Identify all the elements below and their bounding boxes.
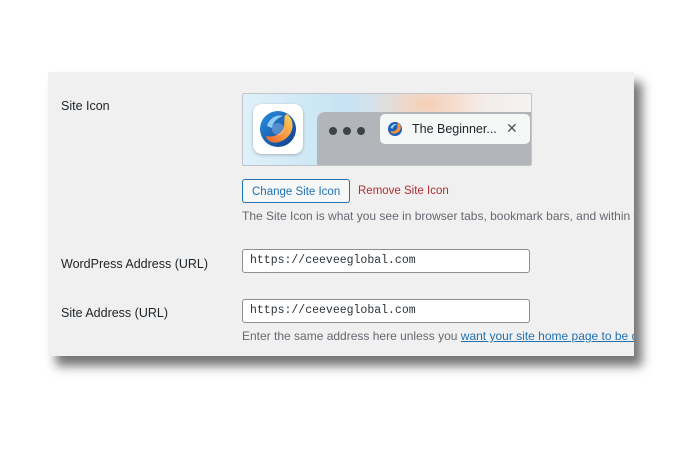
site-address-field[interactable]: https://ceeveeglobal.com <box>242 299 530 323</box>
site-address-value: https://ceeveeglobal.com <box>250 304 416 317</box>
site-address-help-text: Enter the same address here unless you <box>242 329 461 343</box>
remove-site-icon-button[interactable]: Remove Site Icon <box>358 185 449 197</box>
browser-tab: The Beginner... ✕ <box>380 114 530 144</box>
site-address-help-link[interactable]: want your site home page to be diffe <box>461 329 634 343</box>
change-site-icon-button[interactable]: Change Site Icon <box>242 179 351 203</box>
site-icon-label: Site Icon <box>61 99 110 113</box>
wordpress-address-field[interactable]: https://ceeveeglobal.com <box>242 249 530 273</box>
browser-dot-icon <box>343 127 351 135</box>
browser-dot-icon <box>329 127 337 135</box>
tab-title: The Beginner... <box>412 122 497 136</box>
browser-dot-icon <box>357 127 365 135</box>
wordpress-address-value: https://ceeveeglobal.com <box>250 254 416 267</box>
site-icon-preview: The Beginner... ✕ <box>242 93 532 166</box>
site-address-help: Enter the same address here unless you w… <box>242 329 634 343</box>
site-icon-description: The Site Icon is what you see in browser… <box>242 209 634 223</box>
tab-close-icon: ✕ <box>506 120 518 136</box>
browser-tab-bar: The Beginner... ✕ <box>317 112 531 165</box>
wordpress-address-label: WordPress Address (URL) <box>61 257 209 271</box>
site-logo-icon <box>253 104 303 154</box>
settings-panel: Site Icon The Beginner... ✕ Change Site … <box>48 72 634 356</box>
site-address-label: Site Address (URL) <box>61 306 168 320</box>
tab-favicon-icon <box>386 120 404 138</box>
